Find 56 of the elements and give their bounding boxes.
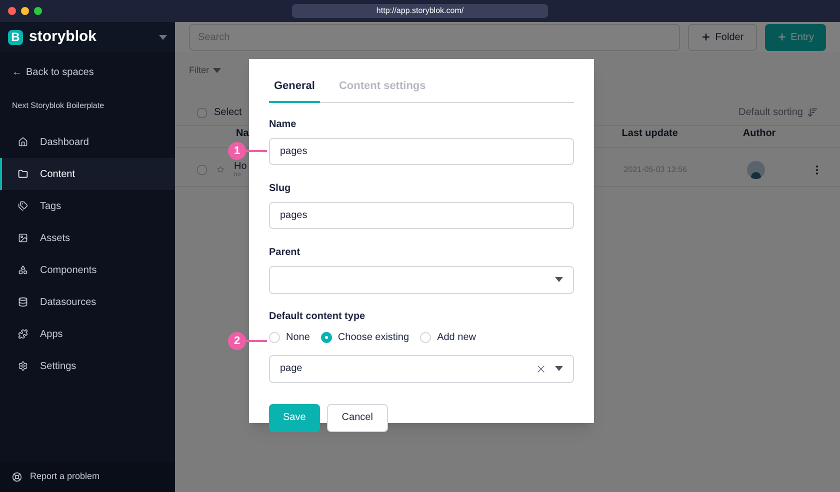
sidebar-item[interactable]: Apps [0, 318, 175, 350]
sidebar-item[interactable]: Datasources [0, 286, 175, 318]
report-problem-link[interactable]: Report a problem [0, 462, 175, 492]
image-icon [18, 233, 28, 243]
leader-line [246, 150, 267, 152]
field-label: Name [269, 118, 298, 132]
space-name: Next Storyblok Boilerplate [12, 100, 106, 112]
database-icon [18, 297, 28, 307]
shapes-icon [18, 265, 28, 275]
row-checkbox[interactable] [197, 164, 207, 174]
radio-option[interactable]: None [269, 330, 310, 344]
select-value: page [280, 362, 302, 376]
radio-option[interactable]: Add new [420, 330, 476, 344]
caret-icon [555, 366, 563, 371]
select-all-checkbox[interactable] [197, 108, 207, 118]
star-icon[interactable] [217, 166, 224, 173]
url-bar[interactable]: http://app.storyblok.com/ [292, 4, 548, 18]
tags-icon [18, 201, 28, 211]
sidebar-item[interactable]: Assets [0, 222, 175, 254]
column-header: Last update [622, 126, 678, 140]
sidebar-item[interactable]: Dashboard [0, 126, 175, 158]
sidebar-item[interactable]: Content [0, 158, 175, 190]
field-label: Default content type [269, 310, 366, 324]
text-field[interactable]: pages [269, 202, 574, 228]
logo-text: storyblok [29, 26, 97, 47]
plus-icon [776, 32, 787, 42]
caret-icon [159, 34, 167, 40]
logo-mark: B [8, 30, 23, 44]
sort-icon [807, 107, 818, 118]
back-link[interactable]: Back to spaces [26, 65, 94, 80]
sidebar-item[interactable]: Components [0, 254, 175, 286]
column-header: Author [742, 126, 776, 140]
caret-icon [555, 277, 563, 282]
back-arrow[interactable]: ← [12, 65, 22, 80]
sidebar-item[interactable]: Tags [0, 190, 175, 222]
settings-icon [18, 361, 28, 371]
select-label: Select [214, 106, 242, 120]
sidebar-item[interactable]: Settings [0, 350, 175, 382]
field-label: Slug [269, 182, 292, 196]
puzzle-icon [18, 329, 28, 339]
leader-line [246, 340, 267, 342]
entry-name[interactable]: Ho [234, 160, 247, 172]
plus-icon [701, 32, 712, 42]
tab[interactable]: General [269, 78, 320, 102]
cancel-button[interactable]: Cancel [326, 404, 388, 432]
home-icon [18, 137, 28, 147]
text-field[interactable]: pages [269, 138, 574, 164]
folder-icon [18, 169, 28, 179]
lifebuoy-icon [12, 472, 22, 482]
caret-icon [213, 68, 221, 74]
content-type-select[interactable]: page [269, 354, 574, 382]
folder-button[interactable]: Folder [688, 24, 757, 50]
avatar [746, 160, 765, 178]
field-label: Parent [269, 246, 302, 260]
radio-option[interactable]: Choose existing [320, 330, 410, 344]
column-header: Na [236, 126, 249, 140]
